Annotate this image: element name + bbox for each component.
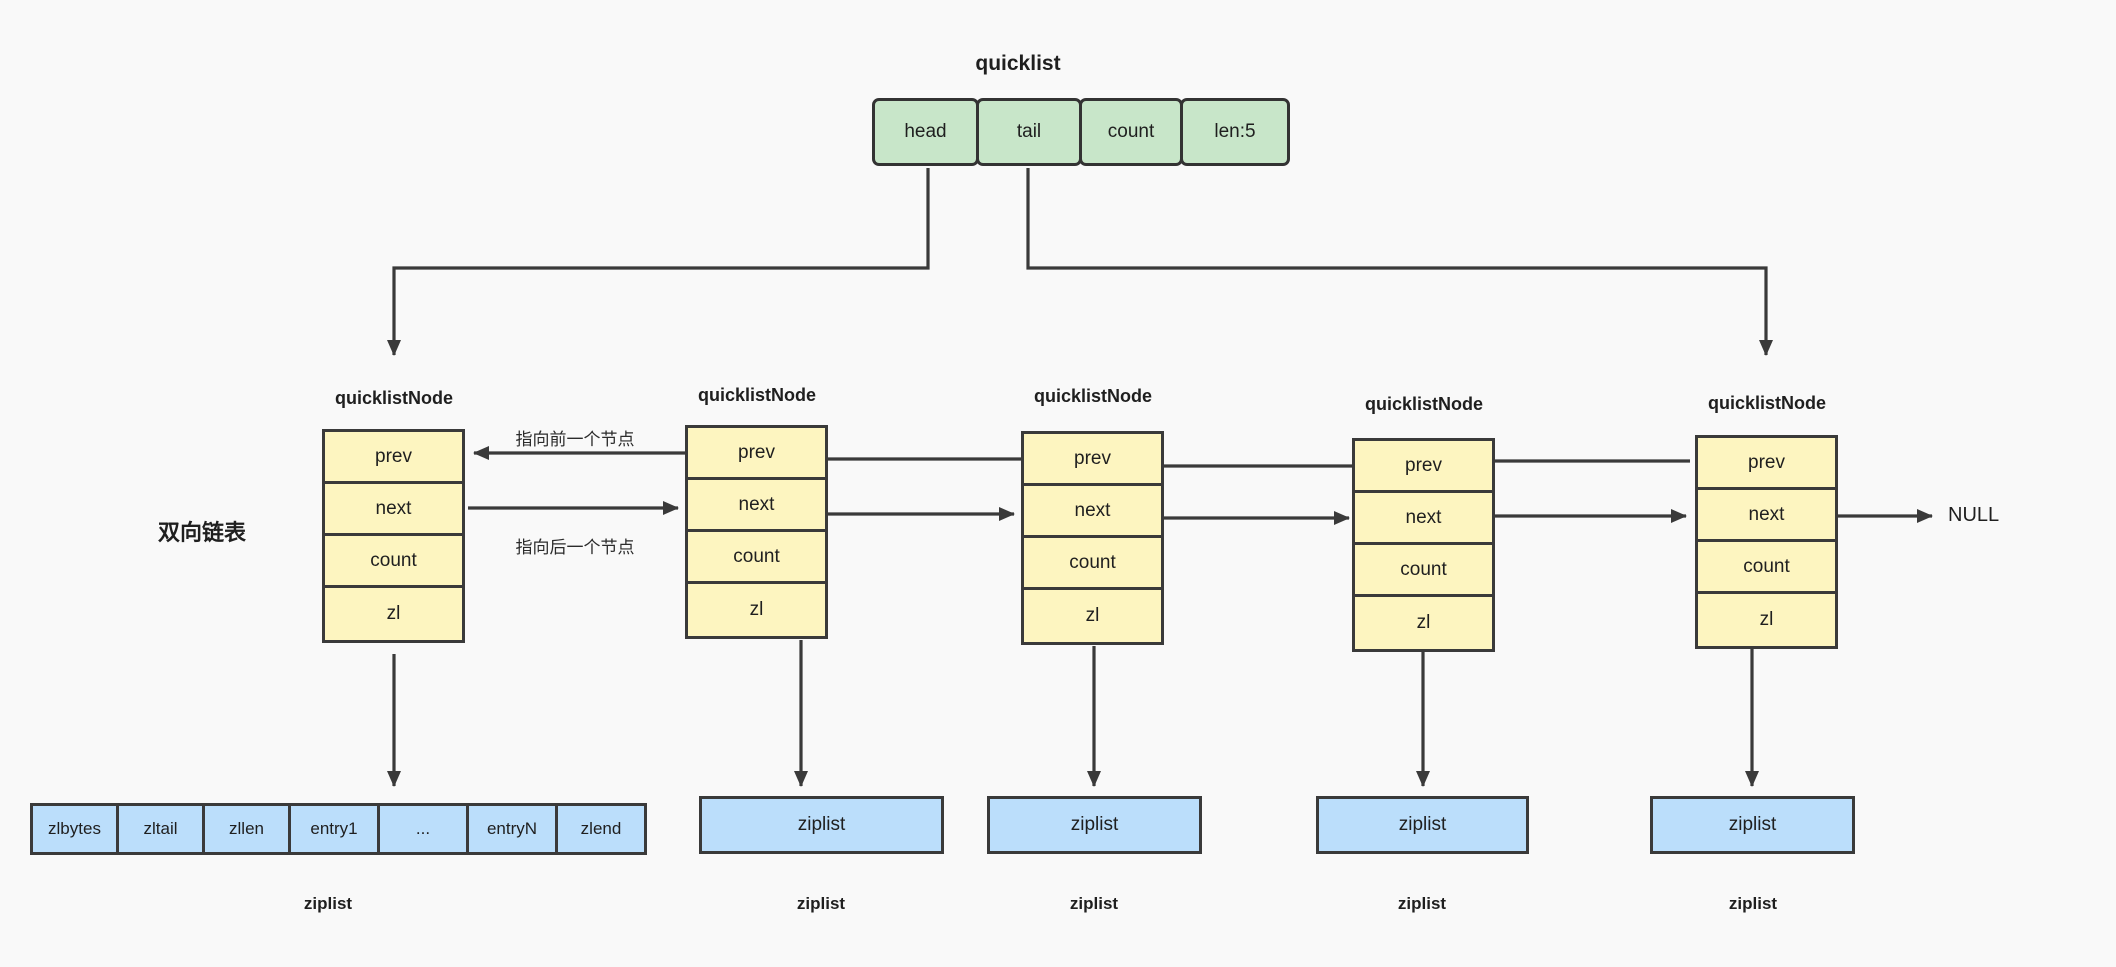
node-2-field-count[interactable]: count (688, 532, 825, 584)
ziplist-cell-zllen[interactable]: zllen (202, 803, 291, 855)
ziplist-cell-entry1[interactable]: entry1 (288, 803, 380, 855)
prev-pointer-note: 指向前一个节点 (515, 430, 635, 449)
ziplist-detail-strip: zlbytes zltail zllen entry1 ... entryN z… (30, 803, 647, 855)
quicklist-node-4: prev next count zl (1352, 438, 1495, 652)
ziplist-caption-2: ziplist (796, 894, 846, 913)
node-5-field-zl[interactable]: zl (1698, 594, 1835, 646)
quicklist-node-1: prev next count zl (322, 429, 465, 643)
ziplist-box-3[interactable]: ziplist (987, 796, 1202, 854)
quicklist-field-tail[interactable]: tail (976, 98, 1082, 166)
doubly-linked-list-label: 双向链表 (158, 520, 247, 545)
quicklist-field-len[interactable]: len:5 (1180, 98, 1290, 166)
ziplist-caption-5: ziplist (1728, 894, 1778, 913)
ziplist-caption-4: ziplist (1397, 894, 1447, 913)
quicklist-node-2: prev next count zl (685, 425, 828, 639)
quicklist-field-head[interactable]: head (872, 98, 979, 166)
null-label: NULL (1948, 504, 2000, 526)
ziplist-caption-1: ziplist (303, 894, 353, 913)
node-4-field-zl[interactable]: zl (1355, 597, 1492, 649)
node-1-field-prev[interactable]: prev (325, 432, 462, 484)
node-1-field-next[interactable]: next (325, 484, 462, 536)
node-4-field-count[interactable]: count (1355, 545, 1492, 597)
node-1-field-zl[interactable]: zl (325, 588, 462, 640)
quicklist-struct: head tail count len:5 (872, 98, 1290, 166)
ziplist-box-5[interactable]: ziplist (1650, 796, 1855, 854)
quicklist-field-count[interactable]: count (1079, 98, 1183, 166)
node-3-field-next[interactable]: next (1024, 486, 1161, 538)
node-5-field-prev[interactable]: prev (1698, 438, 1835, 490)
node-title-2: quicklistNode (697, 385, 817, 405)
quicklist-diagram-canvas: quicklist head tail count len:5 双向链表 NUL… (0, 0, 2116, 967)
node-3-field-count[interactable]: count (1024, 538, 1161, 590)
page-title: quicklist (975, 52, 1061, 75)
node-3-field-zl[interactable]: zl (1024, 590, 1161, 642)
quicklist-node-5: prev next count zl (1695, 435, 1838, 649)
node-title-1: quicklistNode (334, 388, 454, 408)
node-3-field-prev[interactable]: prev (1024, 434, 1161, 486)
node-5-field-next[interactable]: next (1698, 490, 1835, 542)
quicklist-node-3: prev next count zl (1021, 431, 1164, 645)
ziplist-cell-zlbytes[interactable]: zlbytes (30, 803, 119, 855)
ziplist-cell-zltail[interactable]: zltail (116, 803, 205, 855)
node-1-field-count[interactable]: count (325, 536, 462, 588)
ziplist-box-2[interactable]: ziplist (699, 796, 944, 854)
next-pointer-note: 指向后一个节点 (515, 538, 635, 557)
node-4-field-prev[interactable]: prev (1355, 441, 1492, 493)
node-4-field-next[interactable]: next (1355, 493, 1492, 545)
ziplist-box-4[interactable]: ziplist (1316, 796, 1529, 854)
node-title-4: quicklistNode (1364, 394, 1484, 414)
node-title-5: quicklistNode (1707, 393, 1827, 413)
ziplist-cell-entryN[interactable]: entryN (466, 803, 558, 855)
node-5-field-count[interactable]: count (1698, 542, 1835, 594)
ziplist-cell-zlend[interactable]: zlend (555, 803, 647, 855)
ziplist-cell-ellipsis[interactable]: ... (377, 803, 469, 855)
ziplist-caption-3: ziplist (1069, 894, 1119, 913)
node-2-field-next[interactable]: next (688, 480, 825, 532)
node-title-3: quicklistNode (1033, 386, 1153, 406)
node-2-field-prev[interactable]: prev (688, 428, 825, 480)
node-2-field-zl[interactable]: zl (688, 584, 825, 636)
